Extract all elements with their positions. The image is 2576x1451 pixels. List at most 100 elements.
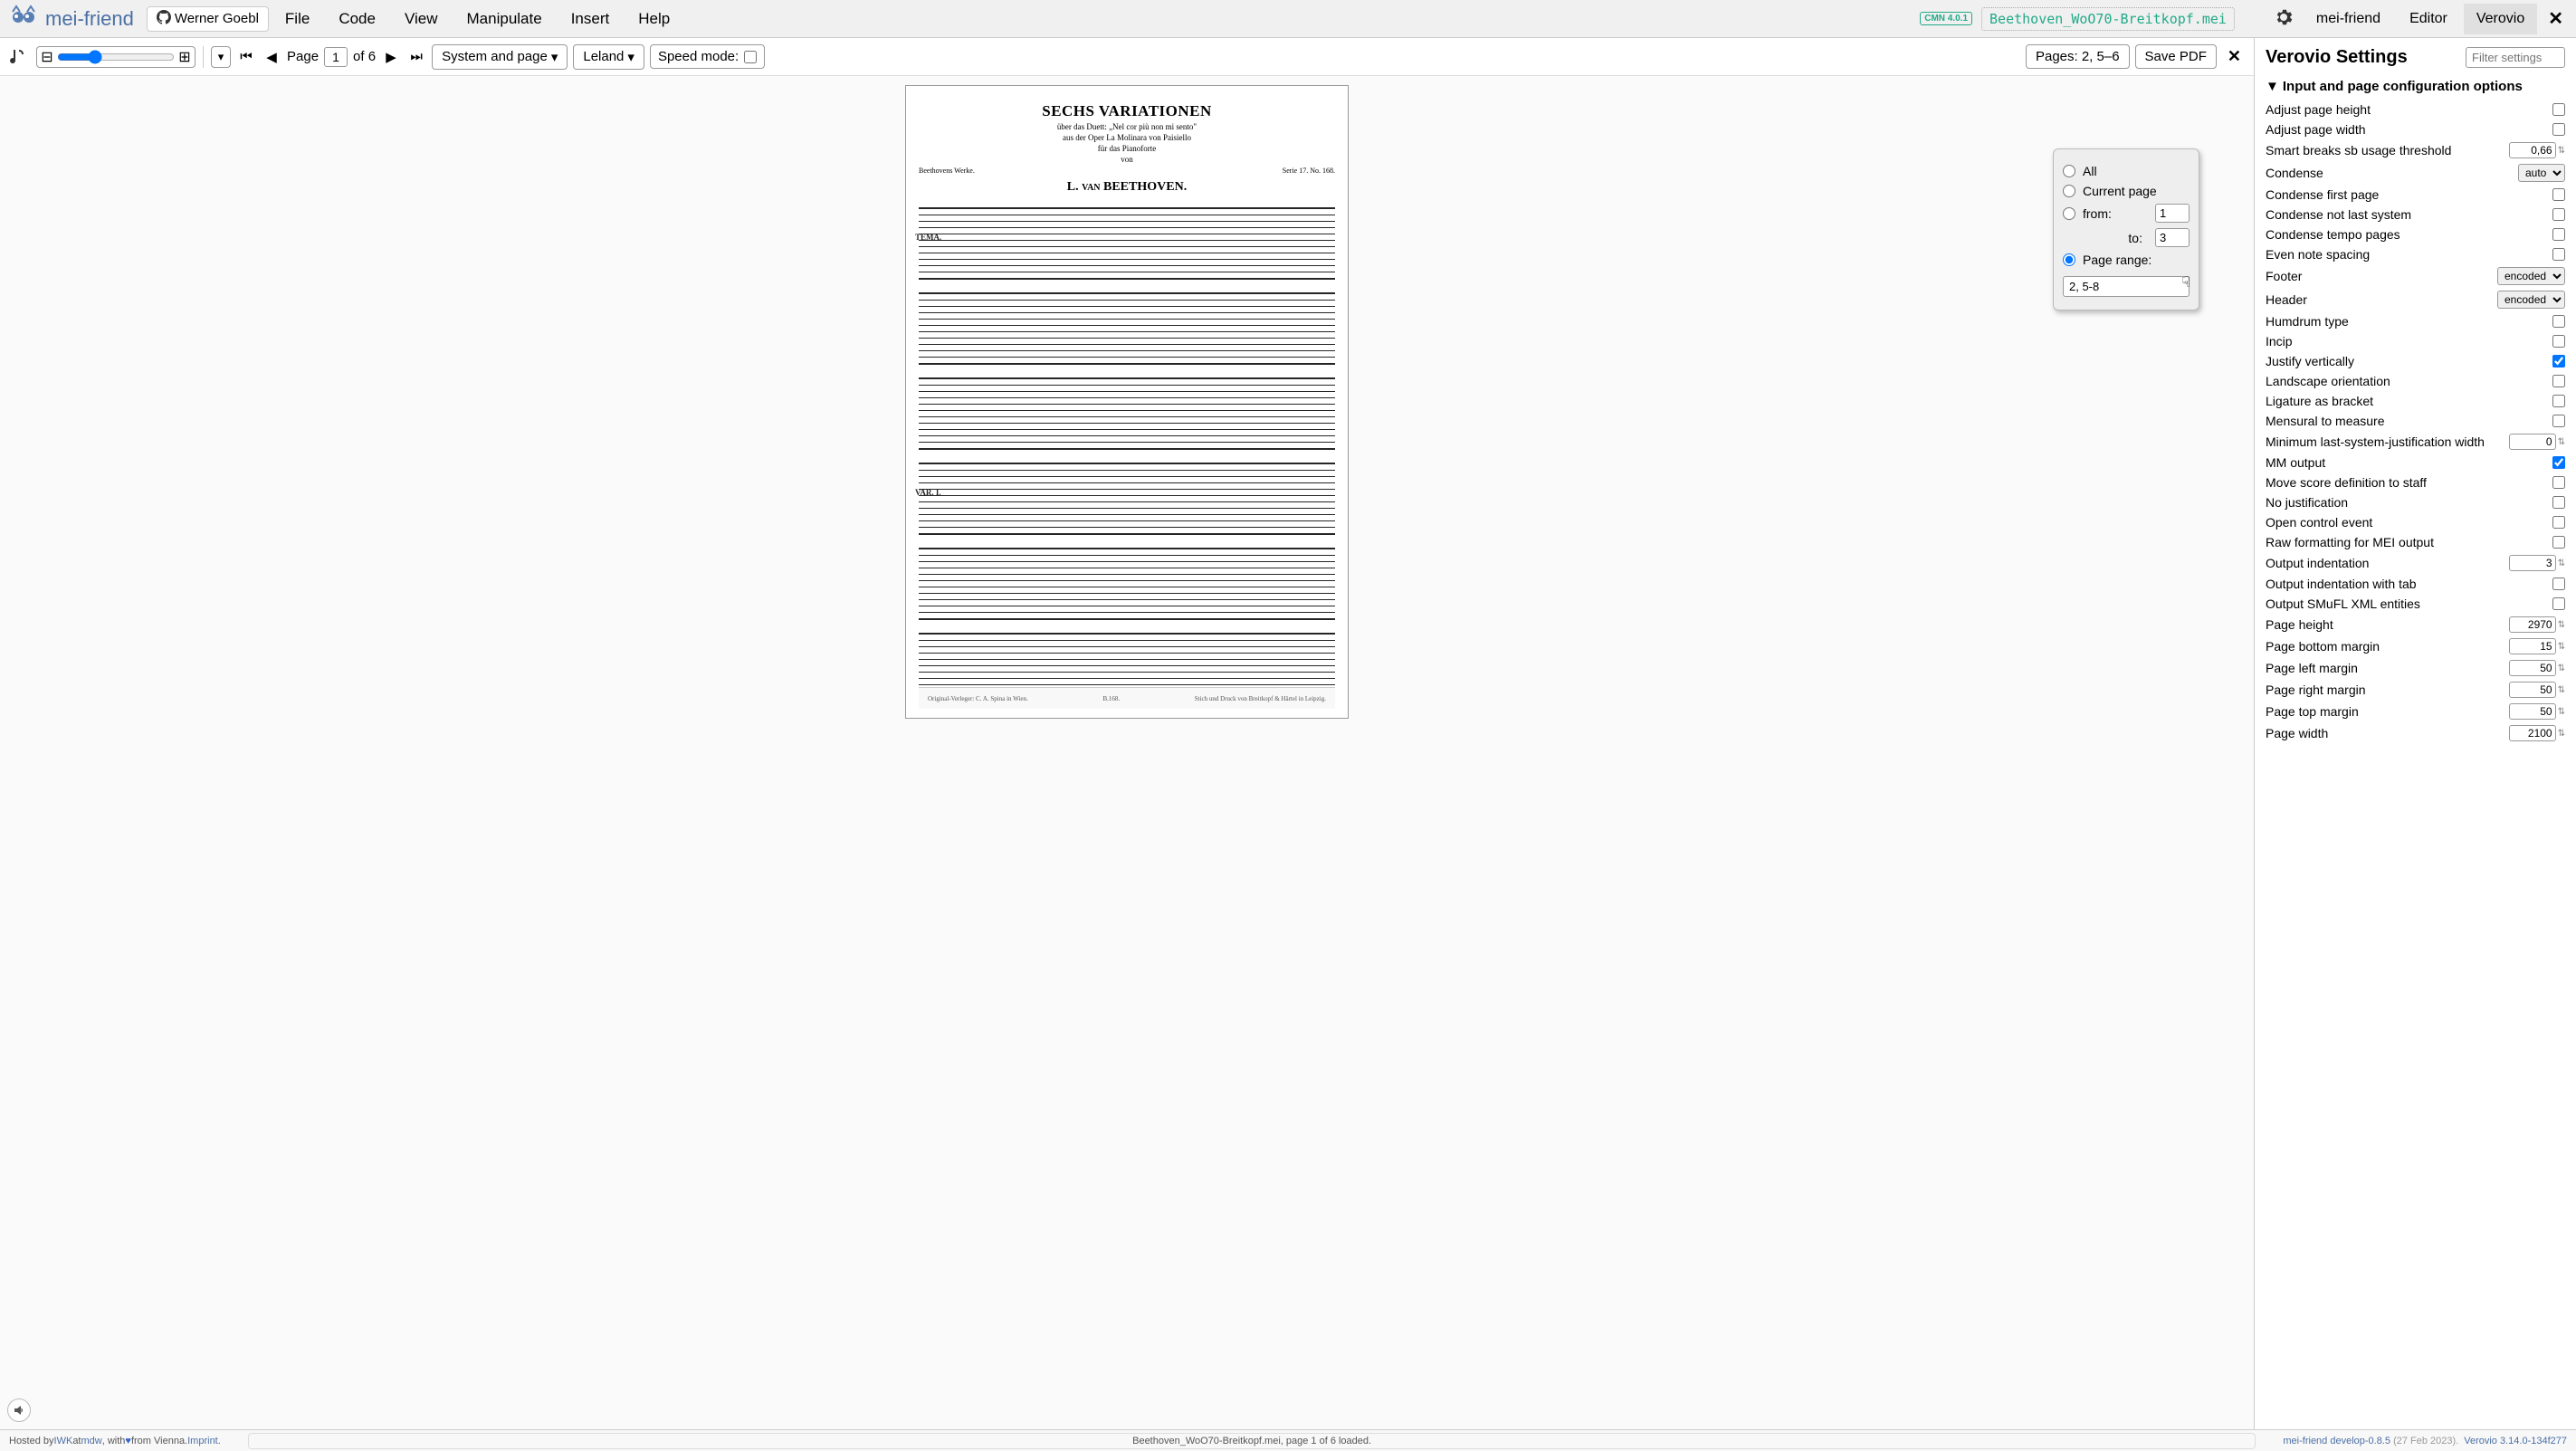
setting-label: Humdrum type	[2266, 314, 2552, 329]
spinner-icon[interactable]: ⇅	[2558, 685, 2565, 695]
speed-mode-checkbox[interactable]	[744, 51, 757, 63]
settings-section-toggle[interactable]: ▼ Input and page configuration options	[2255, 75, 2576, 100]
notation-icon[interactable]	[7, 45, 31, 69]
setting-number-input[interactable]	[2509, 725, 2556, 741]
range-input[interactable]	[2063, 276, 2190, 297]
setting-checkbox[interactable]	[2552, 335, 2565, 348]
setting-row: Output indentation with tab	[2255, 574, 2576, 594]
pages-range-button[interactable]: Pages: 2, 5–6	[2026, 44, 2130, 69]
close-settings-button[interactable]: ✕	[2541, 7, 2571, 30]
setting-number-input[interactable]	[2509, 616, 2556, 633]
setting-number-input[interactable]	[2509, 638, 2556, 654]
page-input[interactable]	[324, 47, 348, 67]
setting-row: Incip	[2255, 331, 2576, 351]
setting-checkbox[interactable]	[2552, 476, 2565, 489]
setting-label: Justify vertically	[2266, 354, 2552, 368]
setting-number-input[interactable]	[2509, 660, 2556, 676]
setting-checkbox[interactable]	[2552, 456, 2565, 469]
setting-number-input[interactable]	[2509, 142, 2556, 158]
imprint-link[interactable]: Imprint	[187, 1436, 218, 1446]
setting-select[interactable]: encoded	[2497, 267, 2565, 285]
menu-manipulate[interactable]: Manipulate	[454, 5, 555, 33]
tab-mei-friend[interactable]: mei-friend	[2304, 4, 2393, 34]
setting-checkbox[interactable]	[2552, 496, 2565, 509]
spinner-icon[interactable]: ⇅	[2558, 707, 2565, 717]
setting-number-input[interactable]	[2509, 434, 2556, 450]
radio-range[interactable]	[2063, 253, 2075, 266]
setting-checkbox[interactable]	[2552, 355, 2565, 368]
from-input[interactable]	[2155, 204, 2190, 223]
zoom-out-button[interactable]: ⊟	[37, 47, 57, 67]
next-page-button[interactable]: ▶	[381, 46, 401, 68]
setting-label: Open control event	[2266, 515, 2552, 530]
setting-row: Move score definition to staff	[2255, 473, 2576, 492]
tab-verovio[interactable]: Verovio	[2464, 4, 2537, 34]
setting-number-input[interactable]	[2509, 703, 2556, 720]
spinner-icon[interactable]: ⇅	[2558, 642, 2565, 652]
menu-code[interactable]: Code	[326, 5, 388, 33]
menu-file[interactable]: File	[272, 5, 322, 33]
setting-number-input[interactable]	[2509, 555, 2556, 571]
to-input[interactable]	[2155, 228, 2190, 247]
spinner-icon[interactable]: ⇅	[2558, 437, 2565, 447]
speaker-icon[interactable]	[7, 1398, 31, 1422]
settings-panel: Verovio Settings ▼ Input and page config…	[2255, 38, 2576, 1429]
setting-checkbox[interactable]	[2552, 248, 2565, 261]
radio-all[interactable]	[2063, 165, 2075, 177]
setting-row: Humdrum type	[2255, 311, 2576, 331]
close-pdf-bar-button[interactable]: ✕	[2222, 47, 2247, 66]
save-pdf-button[interactable]: Save PDF	[2135, 44, 2217, 69]
spinner-icon[interactable]: ⇅	[2558, 558, 2565, 568]
setting-checkbox[interactable]	[2552, 395, 2565, 407]
setting-checkbox[interactable]	[2552, 315, 2565, 328]
iwk-link[interactable]: IWK	[54, 1436, 73, 1446]
menu-insert[interactable]: Insert	[558, 5, 623, 33]
setting-checkbox[interactable]	[2552, 208, 2565, 221]
setting-checkbox[interactable]	[2552, 123, 2565, 136]
breaks-dropdown[interactable]: System and page▾	[432, 44, 568, 70]
menu-view[interactable]: View	[392, 5, 451, 33]
setting-checkbox[interactable]	[2552, 516, 2565, 529]
font-dropdown[interactable]: Leland▾	[573, 44, 644, 70]
setting-label: Page right margin	[2266, 683, 2509, 697]
zoom-in-button[interactable]: ⊞	[175, 47, 195, 67]
setting-checkbox[interactable]	[2552, 228, 2565, 241]
radio-from[interactable]	[2063, 207, 2075, 220]
setting-row: Page left margin⇅	[2255, 657, 2576, 679]
score-footer-mid: B.168.	[1102, 695, 1120, 702]
speed-mode-toggle[interactable]: Speed mode:	[650, 44, 765, 69]
menu-help[interactable]: Help	[625, 5, 682, 33]
radio-current[interactable]	[2063, 185, 2075, 197]
notation-area[interactable]: SECHS VARIATIONEN über das Duett: „Nel c…	[0, 76, 2254, 1429]
setting-checkbox[interactable]	[2552, 536, 2565, 549]
setting-number-input[interactable]	[2509, 682, 2556, 698]
github-badge[interactable]: Werner Goebl	[147, 6, 269, 32]
filter-settings-input[interactable]	[2466, 47, 2565, 68]
app-name: mei-friend	[45, 7, 134, 31]
spinner-icon[interactable]: ⇅	[2558, 729, 2565, 739]
spinner-icon[interactable]: ⇅	[2558, 620, 2565, 630]
setting-checkbox[interactable]	[2552, 188, 2565, 201]
tab-editor[interactable]: Editor	[2397, 4, 2460, 34]
from-label: from:	[2083, 206, 2148, 221]
nav-dropdown[interactable]: ▾	[211, 46, 231, 68]
setting-checkbox[interactable]	[2552, 375, 2565, 387]
first-page-button[interactable]: ⏮	[236, 46, 256, 68]
prev-page-button[interactable]: ◀	[262, 46, 281, 68]
spinner-icon[interactable]: ⇅	[2558, 146, 2565, 156]
setting-checkbox[interactable]	[2552, 415, 2565, 427]
setting-row: Raw formatting for MEI output	[2255, 532, 2576, 552]
setting-checkbox[interactable]	[2552, 597, 2565, 610]
settings-rows[interactable]: Adjust page heightAdjust page widthSmart…	[2255, 100, 2576, 1429]
setting-checkbox[interactable]	[2552, 578, 2565, 590]
setting-select[interactable]: encoded	[2497, 291, 2565, 309]
setting-checkbox[interactable]	[2552, 103, 2565, 116]
last-page-button[interactable]: ⏭	[406, 46, 426, 68]
mdw-link[interactable]: mdw	[81, 1436, 102, 1446]
filename-display[interactable]: Beethoven_WoO70-Breitkopf.mei	[1981, 7, 2235, 31]
zoom-slider[interactable]	[57, 50, 175, 64]
spinner-icon[interactable]: ⇅	[2558, 663, 2565, 673]
status-bar: Beethoven_WoO70-Breitkopf.mei, page 1 of…	[248, 1433, 2256, 1449]
setting-select[interactable]: auto	[2518, 164, 2565, 182]
gear-icon[interactable]	[2275, 8, 2293, 29]
